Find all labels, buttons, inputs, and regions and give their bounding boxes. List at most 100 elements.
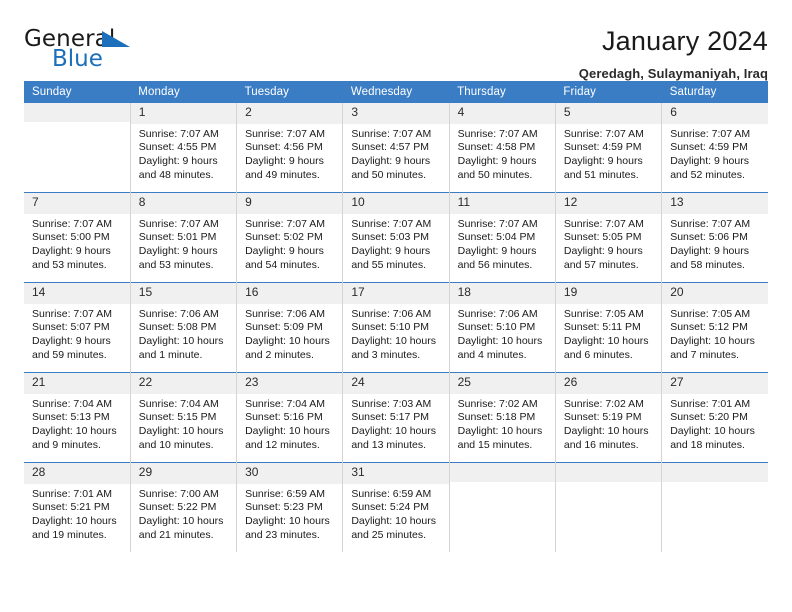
daylight-text-line2: and 18 minutes. bbox=[670, 438, 745, 451]
sunrise-text: Sunrise: 7:07 AM bbox=[351, 217, 432, 230]
day-details: Sunrise: 7:06 AM Sunset: 5:10 PM Daylight:… bbox=[450, 304, 555, 362]
daylight-text-line2: and 53 minutes. bbox=[32, 258, 107, 271]
daylight-text-line2: and 15 minutes. bbox=[457, 438, 533, 451]
calendar-day-cell[interactable]: 16 Sunrise: 7:06 AM Sunset: 5:09 PM Dayligh… bbox=[236, 282, 343, 373]
day-number: 1 bbox=[130, 103, 237, 124]
calendar-empty-cell bbox=[661, 462, 768, 552]
calendar-day-cell[interactable]: 6 Sunrise: 7:07 AM Sunset: 4:59 PM Daylight… bbox=[661, 103, 768, 193]
calendar-empty-cell bbox=[448, 462, 556, 552]
daylight-text-line2: and 10 minutes. bbox=[138, 438, 214, 451]
calendar-day-cell[interactable]: 14 Sunrise: 7:07 AM Sunset: 5:07 PM Dayligh… bbox=[24, 282, 131, 373]
calendar-empty-cell bbox=[24, 103, 130, 193]
sunrise-text: Sunrise: 7:06 AM bbox=[138, 307, 219, 320]
day-details: Sunrise: 7:02 AM Sunset: 5:18 PM Daylight:… bbox=[450, 394, 555, 452]
page-subtitle: Qeredagh, Sulaymaniyah, Iraq bbox=[578, 66, 768, 82]
sunset-text: Sunset: 5:10 PM bbox=[351, 321, 429, 334]
calendar-day-cell[interactable]: 29 Sunrise: 7:00 AM Sunset: 5:22 PM Dayligh… bbox=[129, 462, 237, 552]
calendar-day-cell[interactable]: 9 Sunrise: 7:07 AM Sunset: 5:02 PM Daylight… bbox=[236, 192, 343, 283]
calendar-day-cell[interactable]: 25 Sunrise: 7:02 AM Sunset: 5:18 PM Dayligh… bbox=[448, 372, 556, 463]
sunset-text: Sunset: 4:55 PM bbox=[138, 141, 217, 154]
daylight-text-line1: Daylight: 9 hours bbox=[563, 154, 643, 167]
calendar-day-cell[interactable]: 27 Sunrise: 7:01 AM Sunset: 5:20 PM Dayligh… bbox=[661, 372, 768, 463]
day-number: 22 bbox=[130, 373, 237, 394]
calendar-day-cell[interactable]: 20 Sunrise: 7:05 AM Sunset: 5:12 PM Dayligh… bbox=[661, 282, 768, 373]
calendar-day-cell[interactable]: 1 Sunrise: 7:07 AM Sunset: 4:55 PM Daylight… bbox=[129, 103, 237, 193]
sunrise-text: Sunrise: 7:07 AM bbox=[457, 217, 538, 230]
sunset-text: Sunset: 5:23 PM bbox=[245, 501, 323, 514]
calendar-day-cell[interactable]: 26 Sunrise: 7:02 AM Sunset: 5:19 PM Dayligh… bbox=[554, 372, 662, 463]
sunset-text: Sunset: 5:21 PM bbox=[32, 501, 110, 514]
day-details: Sunrise: 7:07 AM Sunset: 5:04 PM Daylight:… bbox=[450, 214, 555, 272]
daylight-text-line2: and 9 minutes. bbox=[32, 438, 101, 451]
daylight-text-line1: Daylight: 9 hours bbox=[32, 244, 111, 257]
day-number: 28 bbox=[24, 463, 130, 484]
day-number: 9 bbox=[237, 193, 343, 214]
calendar-day-cell[interactable]: 21 Sunrise: 7:04 AM Sunset: 5:13 PM Dayligh… bbox=[24, 372, 131, 463]
daylight-text-line1: Daylight: 9 hours bbox=[245, 154, 324, 167]
sunrise-text: Sunrise: 7:07 AM bbox=[563, 217, 644, 230]
calendar-day-cell[interactable]: 5 Sunrise: 7:07 AM Sunset: 4:59 PM Daylight… bbox=[554, 103, 662, 193]
calendar-day-cell[interactable]: 8 Sunrise: 7:07 AM Sunset: 5:01 PM Daylight… bbox=[129, 192, 237, 283]
day-details: Sunrise: 6:59 AM Sunset: 5:24 PM Daylight:… bbox=[343, 484, 448, 542]
day-number: 27 bbox=[662, 373, 768, 394]
calendar-empty-cell bbox=[554, 462, 662, 552]
daylight-text-line1: Daylight: 9 hours bbox=[32, 334, 111, 347]
sunset-text: Sunset: 5:10 PM bbox=[457, 321, 536, 334]
day-details: Sunrise: 7:07 AM Sunset: 5:00 PM Daylight:… bbox=[24, 214, 130, 272]
calendar-week-row: 7 Sunrise: 7:07 AM Sunset: 5:00 PM Daylight… bbox=[24, 192, 768, 283]
sunrise-text: Sunrise: 7:02 AM bbox=[457, 397, 538, 410]
day-details: Sunrise: 6:59 AM Sunset: 5:23 PM Daylight:… bbox=[237, 484, 342, 542]
weekday-header-wednesday: Wednesday bbox=[342, 81, 450, 103]
calendar-day-cell[interactable]: 3 Sunrise: 7:07 AM Sunset: 4:57 PM Daylight… bbox=[342, 103, 450, 193]
sunset-text: Sunset: 5:04 PM bbox=[457, 231, 536, 244]
day-details: Sunrise: 7:07 AM Sunset: 4:56 PM Daylight:… bbox=[237, 124, 342, 182]
sunrise-text: Sunrise: 7:04 AM bbox=[138, 397, 219, 410]
sunset-text: Sunset: 5:02 PM bbox=[245, 231, 323, 244]
sunset-text: Sunset: 5:15 PM bbox=[138, 411, 217, 424]
calendar-day-cell[interactable]: 11 Sunrise: 7:07 AM Sunset: 5:04 PM Dayligh… bbox=[448, 192, 556, 283]
sunset-text: Sunset: 4:57 PM bbox=[351, 141, 429, 154]
calendar-day-cell[interactable]: 30 Sunrise: 6:59 AM Sunset: 5:23 PM Dayligh… bbox=[236, 462, 343, 552]
calendar-day-cell[interactable]: 7 Sunrise: 7:07 AM Sunset: 5:00 PM Daylight… bbox=[24, 192, 131, 283]
sunrise-text: Sunrise: 7:06 AM bbox=[457, 307, 538, 320]
sunrise-text: Sunrise: 7:07 AM bbox=[457, 127, 538, 140]
daylight-text-line2: and 16 minutes. bbox=[563, 438, 639, 451]
sunset-text: Sunset: 5:17 PM bbox=[351, 411, 429, 424]
calendar-day-cell[interactable]: 17 Sunrise: 7:06 AM Sunset: 5:10 PM Dayligh… bbox=[342, 282, 450, 373]
calendar-day-cell[interactable]: 31 Sunrise: 6:59 AM Sunset: 5:24 PM Dayligh… bbox=[342, 462, 450, 552]
day-number: 7 bbox=[24, 193, 130, 214]
calendar-day-cell[interactable]: 22 Sunrise: 7:04 AM Sunset: 5:15 PM Dayligh… bbox=[129, 372, 237, 463]
day-number: 5 bbox=[555, 103, 662, 124]
daylight-text-line1: Daylight: 10 hours bbox=[351, 514, 436, 527]
day-number: 16 bbox=[237, 283, 343, 304]
calendar-day-cell[interactable]: 19 Sunrise: 7:05 AM Sunset: 5:11 PM Dayligh… bbox=[554, 282, 662, 373]
calendar-day-cell[interactable]: 13 Sunrise: 7:07 AM Sunset: 5:06 PM Dayligh… bbox=[661, 192, 768, 283]
day-number: 31 bbox=[343, 463, 449, 484]
sunrise-text: Sunrise: 7:02 AM bbox=[563, 397, 644, 410]
calendar-day-cell[interactable]: 18 Sunrise: 7:06 AM Sunset: 5:10 PM Dayligh… bbox=[448, 282, 556, 373]
sunrise-text: Sunrise: 7:00 AM bbox=[138, 487, 219, 500]
daylight-text-line2: and 4 minutes. bbox=[457, 348, 527, 361]
calendar-day-cell[interactable]: 12 Sunrise: 7:07 AM Sunset: 5:05 PM Dayligh… bbox=[554, 192, 662, 283]
day-number: 14 bbox=[24, 283, 130, 304]
day-number: 20 bbox=[662, 283, 768, 304]
calendar-day-cell[interactable]: 28 Sunrise: 7:01 AM Sunset: 5:21 PM Dayligh… bbox=[24, 462, 131, 552]
calendar-day-cell[interactable]: 15 Sunrise: 7:06 AM Sunset: 5:08 PM Dayligh… bbox=[129, 282, 237, 373]
calendar-day-cell[interactable]: 24 Sunrise: 7:03 AM Sunset: 5:17 PM Dayligh… bbox=[342, 372, 450, 463]
day-details: Sunrise: 7:07 AM Sunset: 4:59 PM Daylight:… bbox=[556, 124, 661, 182]
calendar-day-cell[interactable]: 23 Sunrise: 7:04 AM Sunset: 5:16 PM Dayligh… bbox=[236, 372, 343, 463]
day-details: Sunrise: 7:06 AM Sunset: 5:10 PM Daylight:… bbox=[343, 304, 448, 362]
sunrise-text: Sunrise: 7:07 AM bbox=[563, 127, 644, 140]
calendar-page: General Blue January 2024 Qeredagh, Sula… bbox=[0, 0, 792, 612]
calendar-day-cell[interactable]: 10 Sunrise: 7:07 AM Sunset: 5:03 PM Dayligh… bbox=[342, 192, 450, 283]
sunrise-text: Sunrise: 7:07 AM bbox=[245, 217, 326, 230]
daylight-text-line1: Daylight: 9 hours bbox=[670, 244, 749, 257]
calendar-day-cell[interactable]: 2 Sunrise: 7:07 AM Sunset: 4:56 PM Daylight… bbox=[236, 103, 343, 193]
day-number: 12 bbox=[555, 193, 662, 214]
sunrise-text: Sunrise: 7:07 AM bbox=[32, 217, 112, 230]
day-number: 21 bbox=[24, 373, 130, 394]
day-number bbox=[662, 463, 768, 482]
calendar-day-cell[interactable]: 4 Sunrise: 7:07 AM Sunset: 4:58 PM Daylight… bbox=[448, 103, 556, 193]
sunrise-text: Sunrise: 7:06 AM bbox=[245, 307, 326, 320]
day-details: Sunrise: 7:04 AM Sunset: 5:16 PM Daylight:… bbox=[237, 394, 342, 452]
